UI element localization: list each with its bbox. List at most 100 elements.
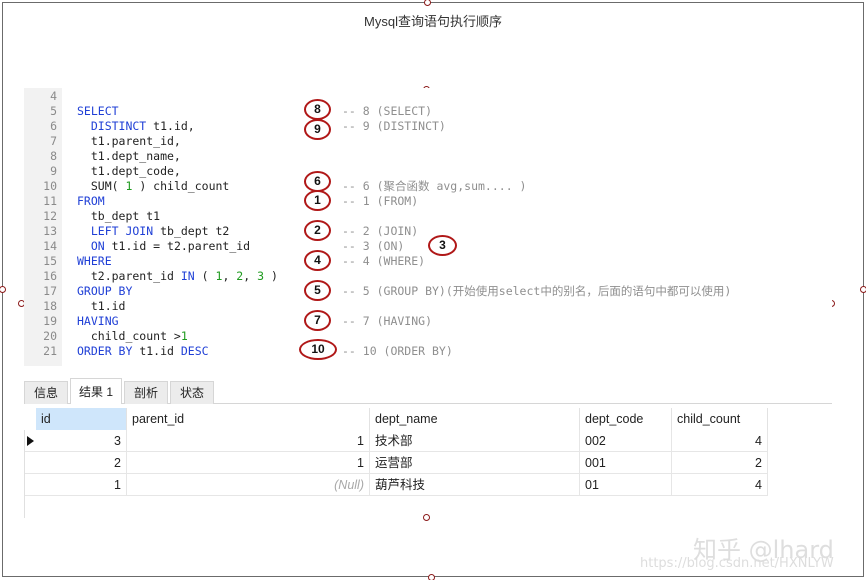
sql-number: 1 (180, 329, 188, 343)
code-text: LEFT JOIN tb_dept t2 (77, 224, 230, 239)
column-header-dept-code[interactable]: dept_code (580, 408, 672, 430)
sql-text: SUM( (77, 179, 126, 193)
table-row[interactable]: 2 1 运营部 001 2 (24, 452, 768, 474)
sql-text: t1.id, (146, 119, 195, 133)
line-number: 18 (43, 299, 57, 313)
sql-keyword: ON (77, 239, 105, 253)
resize-handle-bottom[interactable] (428, 574, 435, 580)
sql-keyword: ORDER BY (77, 344, 133, 358)
code-text: DISTINCT t1.id, (77, 119, 195, 134)
code-line: 21 ORDER BY t1.id DESC -- 10 (ORDER BY) (24, 344, 824, 359)
column-header-parent-id[interactable]: parent_id (127, 408, 370, 430)
tab-profile[interactable]: 剖析 (124, 381, 168, 404)
table-cell-parent-id[interactable]: 1 (127, 452, 370, 474)
code-text: child_count >1 (77, 329, 188, 344)
line-number: 6 (50, 119, 57, 133)
table-cell-child-count[interactable]: 4 (672, 474, 768, 496)
tab-info[interactable]: 信息 (24, 381, 68, 404)
code-line: 6 DISTINCT t1.id, -- 9 (DISTINCT) (24, 119, 824, 134)
code-text: t1.dept_name, (77, 149, 181, 164)
sql-text: t1.dept_name, (77, 149, 181, 163)
sql-keyword: GROUP BY (77, 284, 133, 298)
row-selector[interactable] (24, 430, 36, 452)
sql-comment: -- 7 (HAVING) (342, 314, 433, 328)
row-selector[interactable] (24, 452, 36, 474)
step-marker: 1 (304, 190, 331, 211)
sql-comment: -- 4 (WHERE) (342, 254, 426, 268)
grid-header: id parent_id dept_name dept_code child_c… (24, 408, 774, 430)
code-line: 19 HAVING -- 7 (HAVING) (24, 314, 824, 329)
code-line: 8 t1.dept_name, (24, 149, 824, 164)
code-text: t2.parent_id IN ( 1, 2, 3 ) (77, 269, 278, 284)
code-text: HAVING (77, 314, 119, 329)
step-marker: 4 (304, 250, 331, 271)
code-line: 5 SELECT -- 8 (SELECT) (24, 104, 824, 119)
resize-handle-right[interactable] (860, 286, 866, 293)
table-cell-dept-code[interactable]: 002 (580, 430, 672, 452)
current-row-arrow-icon (27, 436, 34, 446)
code-line: 10 SUM( 1 ) child_count -- 6 (聚合函数 avg,su… (24, 179, 824, 194)
sql-text: tb_dept t2 (153, 224, 230, 238)
line-number: 20 (43, 329, 57, 343)
table-cell-dept-name[interactable]: 运营部 (370, 452, 580, 474)
sql-keyword: IN (180, 269, 195, 283)
column-header-child-count[interactable]: child_count (672, 408, 768, 430)
step-marker: 3 (428, 235, 457, 256)
code-line: 13 LEFT JOIN tb_dept t2 -- 2 (JOIN) (24, 224, 824, 239)
sql-keyword: WHERE (77, 254, 112, 268)
table-row[interactable]: 1 (Null) 葫芦科技 01 4 (24, 474, 768, 496)
step-marker: 2 (304, 220, 331, 241)
sql-text: t1.parent_id, (77, 134, 181, 148)
sql-comment: -- 5 (GROUP BY)(开始使用select中的别名，后面的语句中都可以… (342, 284, 732, 298)
code-line: 12 tb_dept t1 (24, 209, 824, 224)
table-cell-child-count[interactable]: 2 (672, 452, 768, 474)
column-header-id[interactable]: id (36, 408, 127, 430)
watermark-url: https://blog.csdn.net/HXNLYW (640, 556, 834, 571)
code-line: 17 GROUP BY -- 5 (GROUP BY)(开始使用select中的别名… (24, 284, 824, 299)
line-number: 12 (43, 209, 57, 223)
page-title: Mysql查询语句执行顺序 (364, 14, 502, 29)
line-number: 5 (50, 104, 57, 118)
code-line: 4 (24, 89, 824, 104)
code-text: tb_dept t1 (77, 209, 160, 224)
table-cell-dept-code[interactable]: 01 (580, 474, 672, 496)
table-cell-parent-id[interactable]: (Null) (127, 474, 370, 496)
sql-keyword: SELECT (77, 104, 119, 118)
sql-comment: -- 10 (ORDER BY) (342, 344, 453, 358)
sql-keyword: FROM (77, 194, 105, 208)
column-header-dept-name[interactable]: dept_name (370, 408, 580, 430)
sql-comment: -- 2 (JOIN) (342, 224, 419, 238)
table-cell-dept-name[interactable]: 葫芦科技 (370, 474, 580, 496)
line-number: 13 (43, 224, 57, 238)
table-row[interactable]: 3 1 技术部 002 4 (24, 430, 768, 452)
sql-text: t1.dept_code, (77, 164, 181, 178)
tab-result-1[interactable]: 结果 1 (70, 378, 122, 404)
step-marker: 8 (304, 99, 331, 120)
table-cell-parent-id[interactable]: 1 (127, 430, 370, 452)
table-cell-dept-code[interactable]: 001 (580, 452, 672, 474)
sql-text: ( (194, 269, 216, 283)
table-cell-id[interactable]: 3 (36, 430, 127, 452)
table-cell-dept-name[interactable]: 技术部 (370, 430, 580, 452)
sql-editor[interactable]: 4 5 SELECT -- 8 (SELECT) 6 DISTINCT t1.id, --… (24, 88, 832, 366)
line-number: 14 (43, 239, 57, 253)
sql-comment: -- 1 (FROM) (342, 194, 419, 208)
table-cell-id[interactable]: 1 (36, 474, 127, 496)
row-selector[interactable] (24, 474, 36, 496)
sql-keyword: DESC (180, 344, 209, 358)
sql-text: , (243, 269, 258, 283)
code-line: 16 t2.parent_id IN ( 1, 2, 3 ) (24, 269, 824, 284)
line-number: 9 (50, 164, 57, 178)
code-text: SELECT (77, 104, 119, 119)
tab-status[interactable]: 状态 (170, 381, 214, 404)
code-text: t1.dept_code, (77, 164, 181, 179)
code-line: 14 ON t1.id = t2.parent_id -- 3 (ON) (24, 239, 824, 254)
inner-handle-bottom[interactable] (423, 514, 430, 521)
code-line: 11 FROM -- 1 (FROM) (24, 194, 824, 209)
code-line: 20 child_count >1 (24, 329, 824, 344)
sql-keyword: DISTINCT (77, 119, 147, 133)
table-cell-id[interactable]: 2 (36, 452, 127, 474)
table-cell-child-count[interactable]: 4 (672, 430, 768, 452)
line-number: 7 (50, 134, 57, 148)
sql-comment: -- 3 (ON) (342, 239, 405, 253)
